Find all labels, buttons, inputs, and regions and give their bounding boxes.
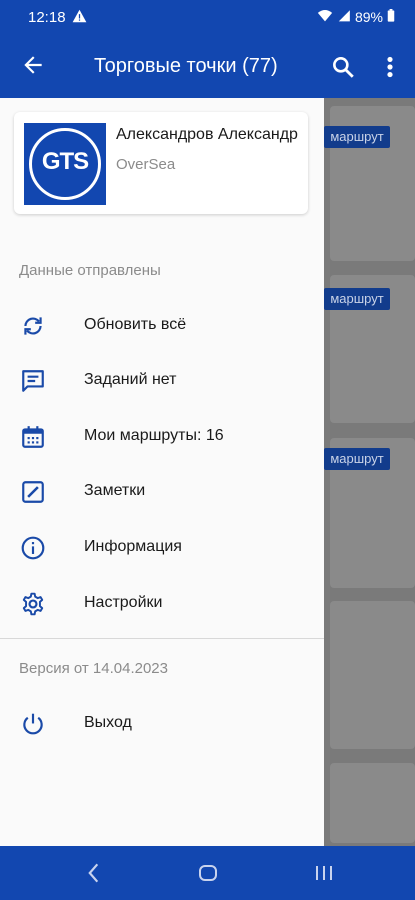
status-right: 89% xyxy=(317,9,395,25)
arrow-back-icon[interactable] xyxy=(20,52,46,83)
navigation-drawer: GTS Александров Александр OverSea Данные… xyxy=(0,98,324,846)
menu-item-label: Информация xyxy=(84,538,182,555)
menu-item-settings[interactable]: Настройки xyxy=(0,579,324,627)
message-icon xyxy=(20,368,46,394)
profile-card[interactable]: GTS Александров Александр OverSea xyxy=(14,112,308,214)
page-title: Торговые точки (77) xyxy=(94,55,278,77)
status-bar: 12:18 89% xyxy=(0,0,415,34)
sync-icon xyxy=(20,313,46,339)
settings-icon xyxy=(20,591,46,617)
search-icon[interactable] xyxy=(330,54,356,85)
menu-item-notes[interactable]: Заметки xyxy=(0,467,324,515)
user-name: Александров Александр xyxy=(116,126,298,143)
menu-item-label: Мои маршруты: 16 xyxy=(84,427,224,444)
logo-text: GTS xyxy=(41,148,89,175)
route-badge: маршрут xyxy=(324,448,390,470)
menu-item-my-routes[interactable]: Мои маршруты: 16 xyxy=(0,412,324,460)
background-card xyxy=(330,601,415,749)
battery-icon xyxy=(387,9,395,25)
menu-item-refresh-all[interactable]: Обновить всё xyxy=(0,301,324,349)
status-time: 12:18 xyxy=(28,9,66,26)
system-nav-bar xyxy=(0,846,415,900)
menu-item-tasks[interactable]: Заданий нет xyxy=(0,356,324,404)
battery-percent: 89% xyxy=(354,9,383,25)
signal-icon xyxy=(337,9,351,25)
app-bar: Торговые точки (77) xyxy=(0,34,415,98)
sync-status: Данные отправлены xyxy=(19,262,161,279)
company-logo: GTS xyxy=(24,123,106,205)
wifi-icon xyxy=(317,9,333,25)
menu-item-label: Заданий нет xyxy=(84,371,177,388)
background-card xyxy=(330,763,415,843)
menu-item-label: Обновить всё xyxy=(84,316,187,333)
more-vert-icon[interactable] xyxy=(380,54,400,85)
calendar-icon xyxy=(20,424,46,450)
menu-item-label: Выход xyxy=(84,714,132,731)
menu-item-label: Заметки xyxy=(84,482,146,499)
menu-item-label: Настройки xyxy=(84,594,163,611)
edit-note-icon xyxy=(20,479,46,505)
app-version: Версия от 14.04.2023 xyxy=(19,660,168,677)
power-icon xyxy=(20,711,46,737)
route-badge: маршрут xyxy=(324,288,390,310)
nav-recents-icon[interactable] xyxy=(312,860,336,891)
route-badge: маршрут xyxy=(324,126,390,148)
menu-item-logout[interactable]: Выход xyxy=(0,699,324,747)
divider xyxy=(0,638,324,639)
nav-back-icon[interactable] xyxy=(84,860,102,891)
company-name: OverSea xyxy=(116,156,176,173)
info-icon xyxy=(20,535,46,561)
menu-item-information[interactable]: Информация xyxy=(0,523,324,571)
nav-home-icon[interactable] xyxy=(196,860,220,891)
warning-icon xyxy=(72,9,87,28)
